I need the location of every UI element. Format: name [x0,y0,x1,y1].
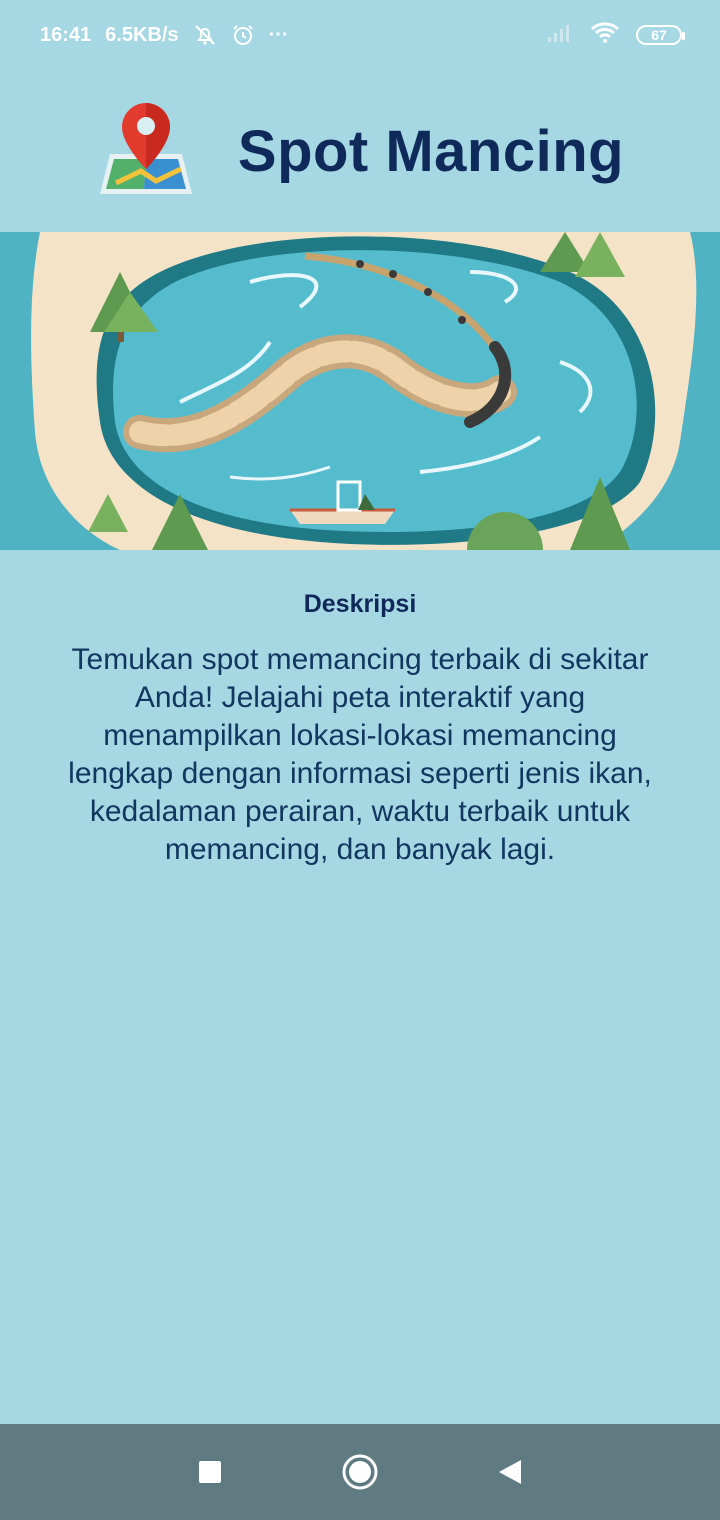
back-triangle-icon [499,1460,521,1484]
battery-level: 67 [651,27,667,43]
description-section: Deskripsi Temukan spot memancing terbaik… [0,590,720,869]
status-left: 16:41 6.5KB/s ··· [40,23,289,47]
more-dots-icon: ··· [268,23,289,46]
wifi-icon [590,20,620,50]
status-bar: 16:41 6.5KB/s ··· 67 [0,0,720,70]
status-time: 16:41 [40,23,92,46]
square-icon [199,1461,221,1483]
back-button[interactable] [485,1447,535,1497]
description-heading: Deskripsi [303,590,417,618]
navigation-bar [0,1424,720,1520]
circle-icon [342,1454,378,1490]
recent-apps-button[interactable] [185,1447,235,1497]
home-button[interactable] [335,1447,385,1497]
map-pin-icon [96,99,196,204]
fishing-lake-illustration [0,232,720,550]
notification-muted-icon [193,23,217,47]
status-net-speed: 6.5KB/s [105,23,179,46]
app-header: Spot Mancing [0,70,720,232]
battery-icon: 67 [636,25,685,45]
status-right: 67 [546,20,685,50]
signal-icon [546,21,574,49]
description-body: Temukan spot memancing terbaik di sekita… [68,643,652,866]
app-title: Spot Mancing [237,118,625,184]
alarm-icon [231,23,255,47]
